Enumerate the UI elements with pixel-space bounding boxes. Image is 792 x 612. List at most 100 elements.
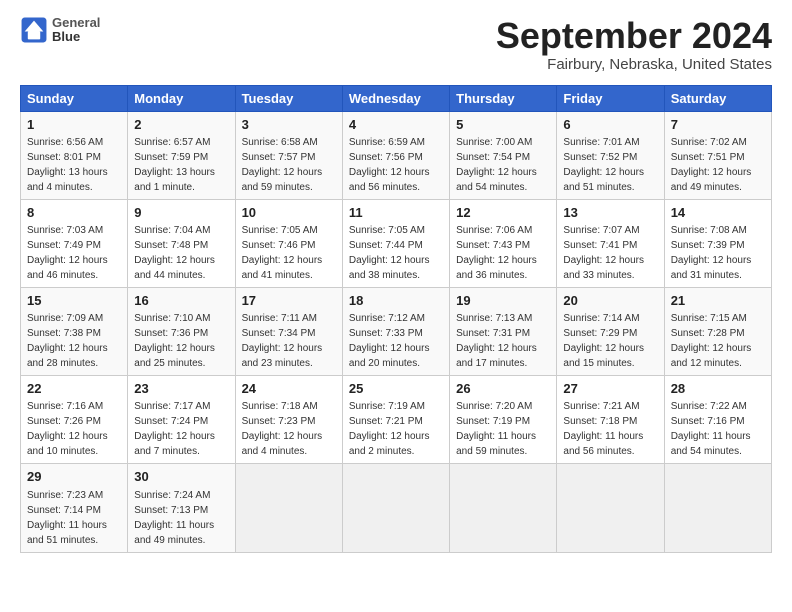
day-number: 21 xyxy=(671,292,765,310)
day-info: Sunrise: 7:15 AMSunset: 7:28 PMDaylight:… xyxy=(671,313,752,369)
day-number: 12 xyxy=(456,204,550,222)
day-cell: 28 Sunrise: 7:22 AMSunset: 7:16 PMDayligh… xyxy=(664,376,771,464)
day-cell: 6Sunrise: 7:01 AMSunset: 7:52 PMDaylight… xyxy=(557,111,664,199)
location: Fairbury, Nebraska, United States xyxy=(496,56,772,73)
col-header-saturday: Saturday xyxy=(664,85,771,111)
day-number: 23 xyxy=(134,380,228,398)
day-number: 14 xyxy=(671,204,765,222)
day-info: Sunrise: 7:01 AMSunset: 7:52 PMDaylight:… xyxy=(563,137,644,193)
day-number: 16 xyxy=(134,292,228,310)
col-header-monday: Monday xyxy=(128,85,235,111)
day-info: Sunrise: 7:09 AMSunset: 7:38 PMDaylight:… xyxy=(27,313,108,369)
day-cell: 23Sunrise: 7:17 AMSunset: 7:24 PMDayligh… xyxy=(128,376,235,464)
day-info: Sunrise: 7:08 AMSunset: 7:39 PMDaylight:… xyxy=(671,225,752,281)
day-number: 15 xyxy=(27,292,121,310)
day-number: 13 xyxy=(563,204,657,222)
day-number: 24 xyxy=(242,380,336,398)
day-number: 17 xyxy=(242,292,336,310)
day-cell: 21 Sunrise: 7:15 AMSunset: 7:28 PMDayligh… xyxy=(664,287,771,375)
day-info: Sunrise: 7:02 AMSunset: 7:51 PMDaylight:… xyxy=(671,137,752,193)
col-header-wednesday: Wednesday xyxy=(342,85,449,111)
day-info: Sunrise: 7:21 AMSunset: 7:18 PMDaylight:… xyxy=(563,401,643,457)
day-number: 4 xyxy=(349,116,443,134)
empty-cell xyxy=(557,464,664,552)
logo-icon xyxy=(20,16,48,44)
day-number: 18 xyxy=(349,292,443,310)
day-number: 8 xyxy=(27,204,121,222)
day-cell: 25 Sunrise: 7:19 AMSunset: 7:21 PMDayligh… xyxy=(342,376,449,464)
day-info: Sunrise: 7:20 AMSunset: 7:19 PMDaylight:… xyxy=(456,401,536,457)
day-number: 30 xyxy=(134,468,228,486)
day-cell: 22 Sunrise: 7:16 AMSunset: 7:26 PMDayligh… xyxy=(21,376,128,464)
day-info: Sunrise: 6:58 AMSunset: 7:57 PMDaylight:… xyxy=(242,137,323,193)
day-number: 25 xyxy=(349,380,443,398)
day-info: Sunrise: 7:12 AMSunset: 7:33 PMDaylight:… xyxy=(349,313,430,369)
day-cell: 10Sunrise: 7:05 AMSunset: 7:46 PMDayligh… xyxy=(235,199,342,287)
day-number: 22 xyxy=(27,380,121,398)
header: General Blue September 2024 Fairbury, Ne… xyxy=(20,16,772,73)
day-info: Sunrise: 7:16 AMSunset: 7:26 PMDaylight:… xyxy=(27,401,108,457)
title-block: September 2024 Fairbury, Nebraska, Unite… xyxy=(496,16,772,73)
main-container: General Blue September 2024 Fairbury, Ne… xyxy=(0,0,792,563)
logo-line1: General xyxy=(52,16,100,30)
day-info: Sunrise: 7:05 AMSunset: 7:44 PMDaylight:… xyxy=(349,225,430,281)
day-info: Sunrise: 6:56 AMSunset: 8:01 PMDaylight:… xyxy=(27,137,108,193)
col-header-sunday: Sunday xyxy=(21,85,128,111)
day-cell: 4Sunrise: 6:59 AMSunset: 7:56 PMDaylight… xyxy=(342,111,449,199)
day-info: Sunrise: 6:57 AMSunset: 7:59 PMDaylight:… xyxy=(134,137,215,193)
day-number: 3 xyxy=(242,116,336,134)
day-number: 11 xyxy=(349,204,443,222)
day-info: Sunrise: 7:19 AMSunset: 7:21 PMDaylight:… xyxy=(349,401,430,457)
day-info: Sunrise: 7:04 AMSunset: 7:48 PMDaylight:… xyxy=(134,225,215,281)
day-info: Sunrise: 7:13 AMSunset: 7:31 PMDaylight:… xyxy=(456,313,537,369)
day-cell: 14 Sunrise: 7:08 AMSunset: 7:39 PMDayligh… xyxy=(664,199,771,287)
empty-cell xyxy=(342,464,449,552)
empty-cell xyxy=(235,464,342,552)
day-number: 29 xyxy=(27,468,121,486)
day-cell: 26 Sunrise: 7:20 AMSunset: 7:19 PMDayligh… xyxy=(450,376,557,464)
day-cell: 24 Sunrise: 7:18 AMSunset: 7:23 PMDayligh… xyxy=(235,376,342,464)
day-info: Sunrise: 7:18 AMSunset: 7:23 PMDaylight:… xyxy=(242,401,323,457)
day-cell: 2 Sunrise: 6:57 AMSunset: 7:59 PMDaylight… xyxy=(128,111,235,199)
logo: General Blue xyxy=(20,16,100,45)
day-number: 20 xyxy=(563,292,657,310)
month-title: September 2024 xyxy=(496,16,772,56)
day-cell: 15 Sunrise: 7:09 AMSunset: 7:38 PMDayligh… xyxy=(21,287,128,375)
empty-cell xyxy=(664,464,771,552)
day-number: 9 xyxy=(134,204,228,222)
day-cell: 12Sunrise: 7:06 AMSunset: 7:43 PMDayligh… xyxy=(450,199,557,287)
col-header-thursday: Thursday xyxy=(450,85,557,111)
logo-text: General Blue xyxy=(52,16,100,45)
day-number: 5 xyxy=(456,116,550,134)
day-cell: 16 Sunrise: 7:10 AMSunset: 7:36 PMDayligh… xyxy=(128,287,235,375)
day-info: Sunrise: 7:10 AMSunset: 7:36 PMDaylight:… xyxy=(134,313,215,369)
day-info: Sunrise: 7:24 AMSunset: 7:13 PMDaylight:… xyxy=(134,490,214,546)
day-cell: 8 Sunrise: 7:03 AMSunset: 7:49 PMDaylight… xyxy=(21,199,128,287)
day-cell: 9 Sunrise: 7:04 AMSunset: 7:48 PMDaylight… xyxy=(128,199,235,287)
day-info: Sunrise: 7:07 AMSunset: 7:41 PMDaylight:… xyxy=(563,225,644,281)
col-header-friday: Friday xyxy=(557,85,664,111)
day-number: 1 xyxy=(27,116,121,134)
logo-line2: Blue xyxy=(52,30,100,44)
day-number: 27 xyxy=(563,380,657,398)
day-number: 26 xyxy=(456,380,550,398)
day-number: 19 xyxy=(456,292,550,310)
day-info: Sunrise: 7:03 AMSunset: 7:49 PMDaylight:… xyxy=(27,225,108,281)
day-info: Sunrise: 7:00 AMSunset: 7:54 PMDaylight:… xyxy=(456,137,537,193)
day-info: Sunrise: 7:11 AMSunset: 7:34 PMDaylight:… xyxy=(242,313,323,369)
day-info: Sunrise: 7:14 AMSunset: 7:29 PMDaylight:… xyxy=(563,313,644,369)
day-cell: 27 Sunrise: 7:21 AMSunset: 7:18 PMDayligh… xyxy=(557,376,664,464)
day-cell: 19 Sunrise: 7:13 AMSunset: 7:31 PMDayligh… xyxy=(450,287,557,375)
day-cell: 7Sunrise: 7:02 AMSunset: 7:51 PMDaylight… xyxy=(664,111,771,199)
day-cell: 1 Sunrise: 6:56 AMSunset: 8:01 PMDaylight… xyxy=(21,111,128,199)
calendar-table: SundayMondayTuesdayWednesdayThursdayFrid… xyxy=(20,85,772,553)
day-cell: 29 Sunrise: 7:23 AMSunset: 7:14 PMDayligh… xyxy=(21,464,128,552)
day-number: 28 xyxy=(671,380,765,398)
day-info: Sunrise: 7:22 AMSunset: 7:16 PMDaylight:… xyxy=(671,401,751,457)
day-cell: 13 Sunrise: 7:07 AMSunset: 7:41 PMDayligh… xyxy=(557,199,664,287)
day-info: Sunrise: 7:23 AMSunset: 7:14 PMDaylight:… xyxy=(27,490,107,546)
day-cell: 30 Sunrise: 7:24 AMSunset: 7:13 PMDayligh… xyxy=(128,464,235,552)
day-number: 2 xyxy=(134,116,228,134)
day-cell: 17 Sunrise: 7:11 AMSunset: 7:34 PMDayligh… xyxy=(235,287,342,375)
empty-cell xyxy=(450,464,557,552)
